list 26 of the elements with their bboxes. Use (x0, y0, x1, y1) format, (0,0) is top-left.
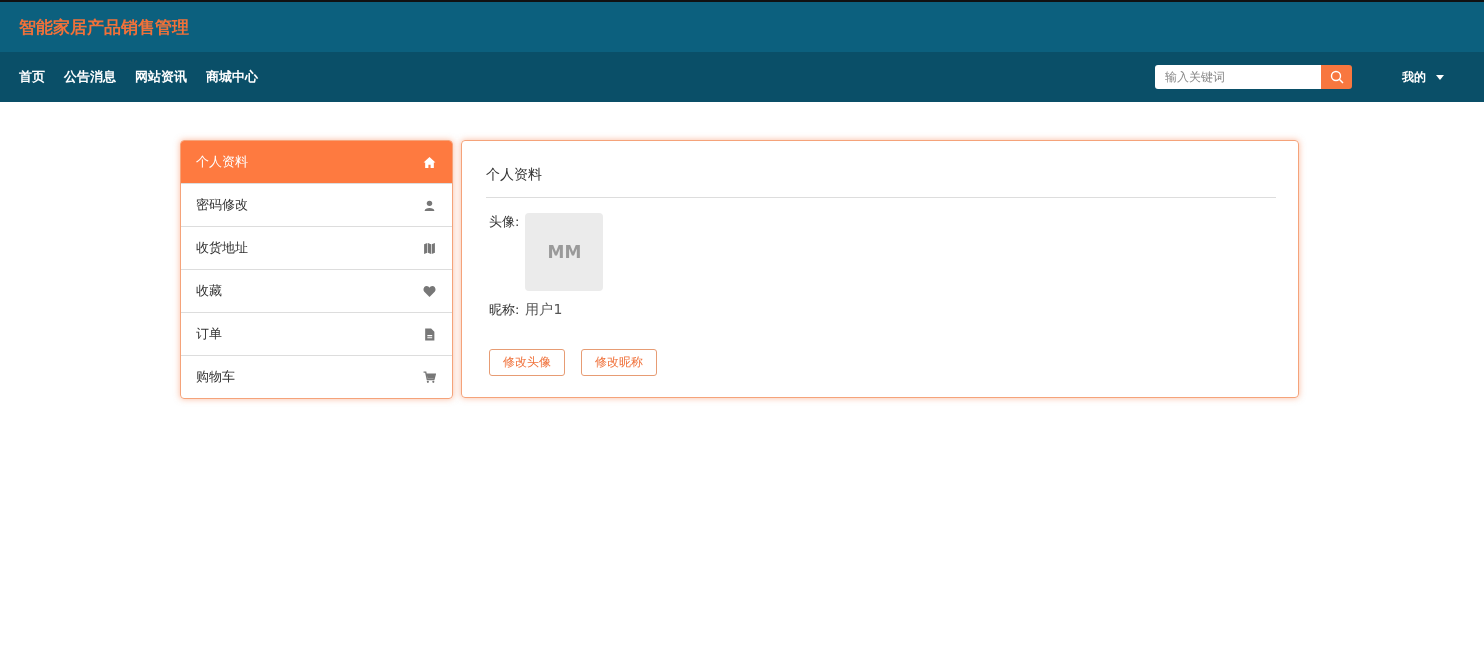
nav-link[interactable]: 网站资讯 (135, 68, 187, 86)
file-icon (423, 327, 436, 341)
site-title: 智能家居产品销售管理 (19, 15, 189, 39)
search-icon (1329, 70, 1344, 84)
sidebar-item[interactable]: 密码修改 (181, 183, 452, 226)
sidebar-item[interactable]: 订单 (181, 312, 452, 355)
user-menu[interactable]: 我的 (1402, 68, 1444, 86)
nav-link[interactable]: 商城中心 (206, 68, 258, 86)
nav-link[interactable]: 首页 (19, 68, 45, 86)
nav-link[interactable]: 公告消息 (64, 68, 116, 86)
search-field[interactable]: 输入关键词 (1155, 65, 1321, 89)
map-icon (423, 241, 436, 255)
sidebar-item[interactable]: 收货地址 (181, 226, 452, 269)
caret-icon (1436, 74, 1444, 80)
avatar-initials: MM (547, 242, 582, 262)
home-icon (423, 155, 436, 169)
search-button[interactable] (1321, 65, 1352, 89)
avatar-label: 头像: (489, 213, 520, 231)
cart-icon (423, 370, 436, 384)
sidebar-item[interactable]: 收藏 (181, 269, 452, 312)
heart-icon (423, 284, 436, 298)
person-icon (423, 198, 436, 212)
panel-title: 个人资料 (486, 141, 1276, 198)
nickname-value: 用户1 (525, 301, 563, 319)
nickname-label: 昵称: (489, 301, 520, 319)
sidebar-item[interactable]: 购物车 (181, 355, 452, 398)
